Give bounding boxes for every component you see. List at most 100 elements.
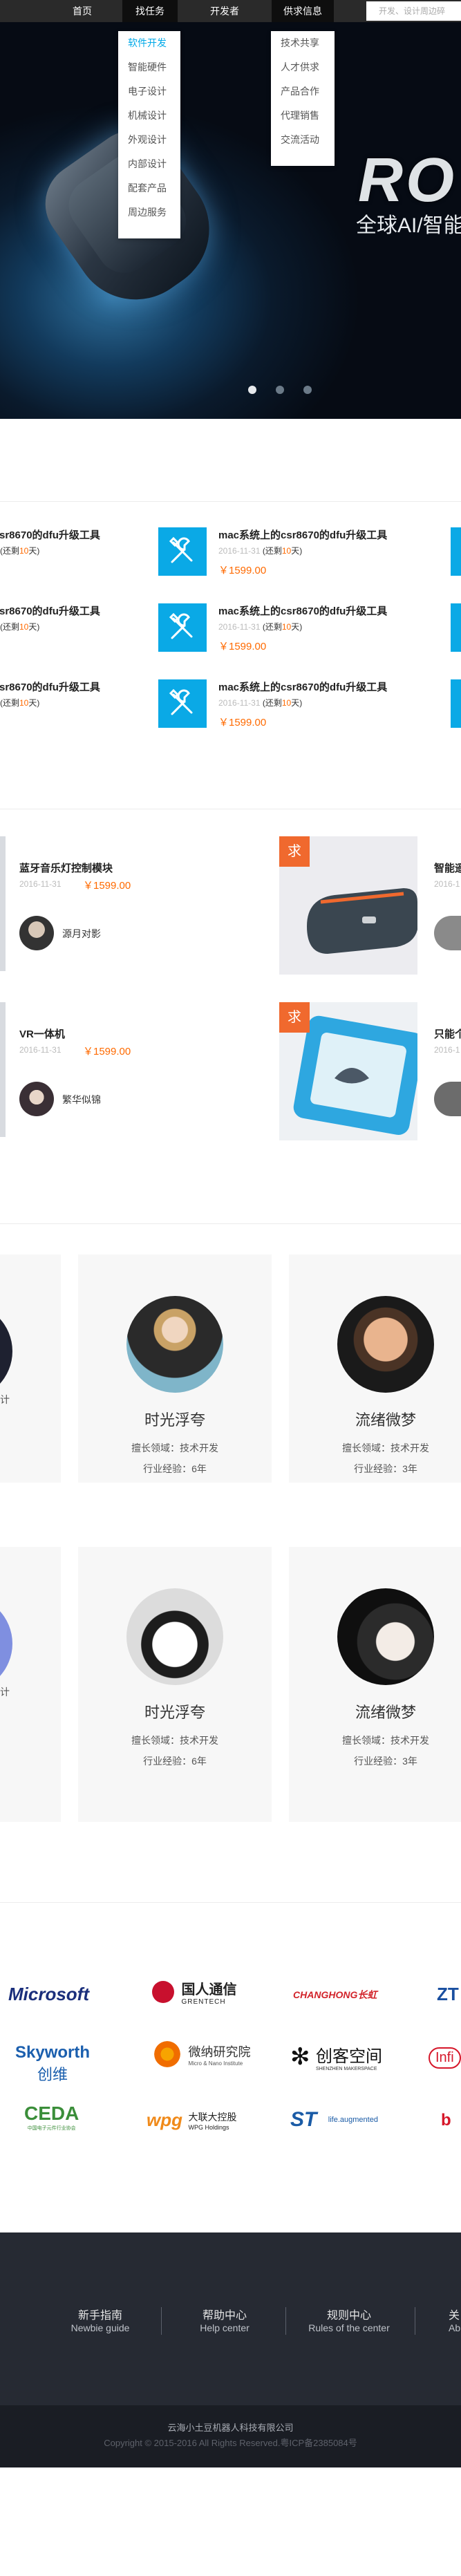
task-meta: 2016-11-31 (还剩10天)	[218, 698, 303, 708]
designer-card[interactable]: 时光浮夸 擅长领域：技术开发 行业经验：6年	[78, 1547, 272, 1822]
makerspace-logo[interactable]: ✻ 创客空间 SHENZHEN MAKERSPACE	[290, 2042, 382, 2071]
product-price: ￥1599.00	[83, 880, 131, 892]
footer-separator	[285, 2307, 286, 2335]
product-title[interactable]: VR一体机	[19, 1026, 65, 1041]
task-remaining: (还剩10天)	[0, 546, 40, 556]
product-user[interactable]: 源月对影	[62, 927, 101, 941]
skyworth-logo[interactable]: Skyworth 创维	[15, 2043, 90, 2085]
menu-item[interactable]: 内部设计	[118, 152, 180, 176]
designer-name: 流绪微梦	[355, 1704, 416, 1721]
hero-banner[interactable]: RO 全球AI/智能	[0, 22, 461, 419]
product-user[interactable]: 繁华似锦	[62, 1093, 101, 1107]
designer-experience: 行业经验：6年	[143, 1463, 207, 1474]
grentech-logo[interactable]: 国人通信 GRENTECH	[152, 1978, 236, 2006]
task-category-menu: 软件开发 智能硬件 电子设计 机械设计 外观设计 内部设计 配套产品 周边服务	[118, 31, 180, 238]
menu-item[interactable]: 人才供求	[271, 55, 335, 79]
avatar[interactable]	[19, 1082, 54, 1116]
designer-card[interactable]: 计	[0, 1547, 61, 1822]
task-price: ￥1599.00	[218, 641, 267, 652]
footer-link-help[interactable]: 帮助中心	[194, 2306, 256, 2322]
task-tool-icon[interactable]	[451, 527, 461, 576]
menu-item[interactable]: 代理销售	[271, 104, 335, 128]
footer-link-newbie-en[interactable]: Newbie guide	[62, 2322, 138, 2333]
task-tool-icon[interactable]	[158, 527, 207, 576]
zte-logo[interactable]: ZT	[437, 1984, 459, 2005]
hero-title: RO	[358, 146, 457, 215]
task-tool-icon[interactable]	[158, 679, 207, 728]
carousel-dot[interactable]	[276, 386, 284, 394]
supply-info-menu: 技术共享 人才供求 产品合作 代理销售 交流活动	[271, 31, 335, 166]
footer-link-about-en[interactable]: Ab	[449, 2322, 460, 2333]
designer-card[interactable]: 流绪微梦 擅长领域：技术开发 行业经验：3年	[289, 1547, 461, 1822]
menu-item[interactable]: 外观设计	[118, 128, 180, 152]
nav-find-task[interactable]: 找任务	[122, 0, 178, 22]
nav-supply-info[interactable]: 供求信息	[272, 0, 334, 22]
menu-item[interactable]: 配套产品	[118, 176, 180, 200]
changhong-logo[interactable]: CHANGHONG长虹	[293, 1988, 377, 2002]
infineon-logo[interactable]: Infi	[429, 2047, 461, 2069]
task-title[interactable]: mac系统上的csr8670的dfu升级工具	[218, 527, 387, 542]
avatar[interactable]	[434, 916, 461, 950]
nav-home[interactable]: 首页	[58, 0, 106, 22]
designer-card[interactable]: 流绪微梦 擅长领域：技术开发 行业经验：3年	[289, 1254, 461, 1483]
task-tool-icon[interactable]	[451, 603, 461, 652]
top-nav: 首页 找任务 开发者 供求信息 开发、设计周边碎	[0, 0, 461, 22]
product-title[interactable]: 智能遥	[434, 861, 461, 875]
footer-link-about[interactable]: 关	[449, 2306, 460, 2322]
task-tool-icon[interactable]	[158, 603, 207, 652]
designer-avatar	[126, 1296, 223, 1393]
designer-name: 时光浮夸	[144, 1411, 205, 1429]
task-title[interactable]: sr8670的dfu升级工具	[0, 527, 100, 542]
task-title[interactable]: sr8670的dfu升级工具	[0, 603, 100, 618]
footer-link-help-en[interactable]: Help center	[187, 2322, 263, 2333]
task-meta: 2016-11-31 (还剩10天)	[218, 546, 303, 556]
footer-link-newbie[interactable]: 新手指南	[69, 2306, 131, 2322]
designer-line: 计	[0, 1686, 10, 1698]
task-title[interactable]: mac系统上的csr8670的dfu升级工具	[218, 603, 387, 618]
search-input[interactable]: 开发、设计周边碎	[366, 1, 461, 21]
task-title[interactable]: sr8670的dfu升级工具	[0, 679, 100, 694]
st-logo[interactable]: ST life.augmented	[290, 2108, 378, 2132]
designer-field: 擅长领域：技术开发	[131, 1442, 218, 1454]
designer-avatar	[337, 1588, 434, 1685]
menu-item[interactable]: 机械设计	[118, 104, 180, 128]
footer-link-rules[interactable]: 规则中心	[318, 2306, 380, 2322]
designer-line: 计	[0, 1394, 10, 1405]
micro-nano-logo[interactable]: 微纳研究院 Micro & Nano Institute	[152, 2039, 250, 2069]
menu-item[interactable]: 周边服务	[118, 200, 180, 225]
task-title[interactable]: mac系统上的csr8670的dfu升级工具	[218, 679, 387, 694]
menu-item[interactable]: 软件开发	[118, 31, 180, 55]
product-date: 2016-11-31	[19, 1045, 62, 1055]
avatar[interactable]	[434, 1082, 461, 1116]
designer-name: 时光浮夸	[144, 1704, 205, 1721]
designer-card[interactable]: 计	[0, 1254, 61, 1483]
avatar[interactable]	[19, 916, 54, 950]
task-remaining: (还剩10天)	[0, 622, 40, 632]
menu-item[interactable]: 智能硬件	[118, 55, 180, 79]
wpg-logo[interactable]: wpg 大联大控股 WPG Holdings	[147, 2109, 236, 2131]
company-name: 云海小土豆机器人科技有限公司	[167, 2423, 294, 2433]
ceda-logo[interactable]: CEDA 中国电子元件行业协会	[24, 2103, 79, 2132]
designer-card[interactable]: 时光浮夸 擅长领域：技术开发 行业经验：6年	[78, 1254, 272, 1483]
product-title[interactable]: 只能个	[434, 1026, 461, 1041]
designer-field: 擅长领域：技术开发	[342, 1442, 429, 1454]
menu-item[interactable]: 电子设计	[118, 79, 180, 104]
microsoft-logo[interactable]: Microsoft	[8, 1984, 89, 2005]
footer-link-rules-en[interactable]: Rules of the center	[304, 2322, 394, 2333]
product-date: 2016-1	[434, 879, 460, 889]
partner-logo[interactable]: b	[441, 2111, 451, 2130]
nav-developers[interactable]: 开发者	[195, 0, 254, 22]
product-date: 2016-11-31	[19, 879, 62, 889]
menu-item[interactable]: 交流活动	[271, 128, 335, 152]
request-badge: 求	[279, 836, 310, 867]
task-tool-icon[interactable]	[451, 679, 461, 728]
menu-item[interactable]: 产品合作	[271, 79, 335, 104]
carousel-dot[interactable]	[248, 386, 256, 394]
designer-experience: 行业经验：6年	[143, 1756, 207, 1767]
designer-field: 擅长领域：技术开发	[131, 1735, 218, 1746]
designer-field: 擅长领域：技术开发	[342, 1735, 429, 1746]
carousel-dot[interactable]	[303, 386, 312, 394]
menu-item[interactable]: 技术共享	[271, 31, 335, 55]
designer-avatar	[0, 1303, 12, 1400]
product-title[interactable]: 蓝牙音乐灯控制模块	[19, 861, 113, 875]
